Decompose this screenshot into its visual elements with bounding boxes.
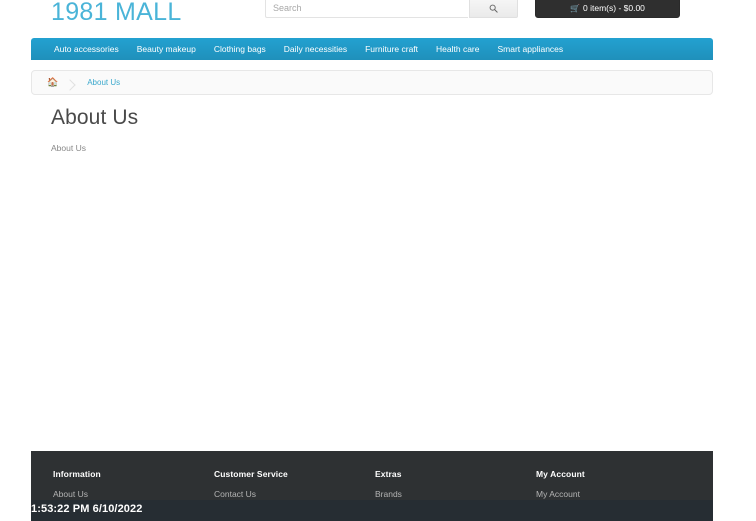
- nav-item-smart-appliances[interactable]: Smart appliances: [488, 38, 572, 60]
- footer-heading-my-account: My Account: [536, 469, 585, 479]
- shopping-cart-icon: 🛒: [570, 4, 581, 13]
- search-icon: [489, 4, 498, 13]
- nav-list: Auto accessories Beauty makeup Clothing …: [31, 38, 713, 60]
- cart-total-label: 0 item(s) - $0.00: [583, 3, 645, 13]
- cart-button[interactable]: 🛒 0 item(s) - $0.00: [535, 0, 680, 18]
- footer-heading-information: Information: [53, 469, 101, 479]
- nav-item-furniture-craft[interactable]: Furniture craft: [356, 38, 427, 60]
- search-input[interactable]: [265, 0, 468, 18]
- nav-item-clothing-bags[interactable]: Clothing bags: [205, 38, 275, 60]
- search-bar: [265, 0, 518, 20]
- footer-heading-customer-service: Customer Service: [214, 469, 288, 479]
- search-button[interactable]: [469, 0, 518, 18]
- nav-item-daily-necessities[interactable]: Daily necessities: [275, 38, 356, 60]
- nav-item-health-care[interactable]: Health care: [427, 38, 488, 60]
- breadcrumb: 🏠 About Us: [31, 70, 713, 95]
- breadcrumb-home-link[interactable]: 🏠: [41, 77, 76, 88]
- footer-heading-extras: Extras: [375, 469, 402, 479]
- site-header: 1981 MALL 🛒 0 item(s) - $0.00: [31, 0, 713, 36]
- breadcrumb-list: 🏠 About Us: [32, 71, 712, 94]
- nav-item-beauty-makeup[interactable]: Beauty makeup: [128, 38, 205, 60]
- page-title: About Us: [51, 106, 139, 129]
- page-root: 1981 MALL 🛒 0 item(s) - $0.00 Auto acces…: [0, 0, 756, 521]
- main-navigation: Auto accessories Beauty makeup Clothing …: [31, 38, 713, 60]
- timestamp-label: 1:53:22 PM 6/10/2022: [31, 503, 143, 515]
- main-content: About Us About Us: [31, 104, 713, 154]
- page-body-text: About Us: [51, 143, 86, 153]
- site-logo[interactable]: 1981 MALL: [51, 0, 182, 27]
- home-icon: 🏠: [47, 77, 59, 87]
- nav-item-auto-accessories[interactable]: Auto accessories: [45, 38, 128, 60]
- breadcrumb-item-about-us[interactable]: About Us: [76, 78, 131, 87]
